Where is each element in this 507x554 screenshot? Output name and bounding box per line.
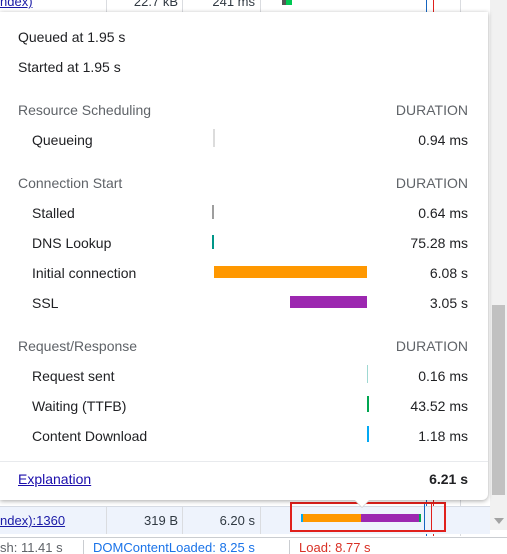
waterfall-waiting-segment [419,514,421,522]
dns-lookup-bar [212,235,214,249]
load-time: Load: 8.77 s [299,540,371,554]
explanation-link[interactable]: Explanation [18,471,91,487]
column-divider [260,507,261,534]
request-time: 6.20 s [219,513,255,528]
phase-label-request-sent: Request sent [32,368,115,384]
waterfall-ssl-segment [361,514,419,522]
phase-value-queueing: 0.94 ms [418,132,468,148]
request-sent-bar [367,365,368,383]
phase-value-request-sent: 0.16 ms [418,368,468,384]
phase-value-initial-connection: 6.08 s [429,265,468,281]
phase-label-content-download: Content Download [32,428,148,444]
popover-caret [354,499,370,507]
request-name-link[interactable]: ndex):1360 [0,507,105,534]
stalled-bar [212,205,214,219]
column-divider [182,507,183,534]
waiting-ttfb-bar [367,396,369,412]
section-title-resource-scheduling: Resource Scheduling [18,102,152,118]
devtools-network-panel: ndex) 22.7 kB 241 ms ndex):1360 319 B 6.… [0,0,507,554]
waterfall-bar [286,0,292,5]
request-size: 319 B [144,513,178,528]
phase-label-initial-connection: Initial connection [32,265,137,281]
queued-at-text: Queued at 1.95 s [18,29,126,45]
status-divider [289,540,290,554]
phase-label-stalled: Stalled [32,205,75,221]
started-at-text: Started at 1.95 s [18,59,121,75]
scroll-down-arrow-icon[interactable] [494,518,504,524]
total-duration: 6.21 s [429,471,468,487]
waterfall-connection-segment [303,514,361,522]
content-download-bar [367,426,369,442]
section-title-request-response: Request/Response [18,338,138,354]
phase-value-ssl: 3.05 s [429,295,468,311]
network-status-bar: sh: 11.41 s DOMContentLoaded: 8.25 s Loa… [0,537,507,554]
finish-time: sh: 11.41 s [0,540,63,554]
dom-content-loaded-time: DOMContentLoaded: 8.25 s [93,540,255,554]
initial-connection-bar [214,266,367,278]
scrollbar-thumb[interactable] [492,305,505,495]
phase-label-ssl: SSL [32,295,59,311]
duration-header: DURATION [395,175,468,191]
status-divider [83,540,84,554]
waterfall-dcl-marker [424,504,425,530]
phase-value-stalled: 0.64 ms [418,205,468,221]
vertical-scrollbar[interactable] [490,0,507,530]
phase-label-dns-lookup: DNS Lookup [32,235,112,251]
timing-popover: Queued at 1.95 s Started at 1.95 s Resou… [0,12,488,500]
queueing-bar [213,129,215,147]
ssl-bar [290,296,367,308]
duration-header: DURATION [395,338,468,354]
phase-value-content-download: 1.18 ms [418,428,468,444]
phase-value-waiting-ttfb: 43.52 ms [410,398,468,414]
footer-divider [0,461,488,462]
section-title-connection-start: Connection Start [18,175,123,191]
duration-header: DURATION [395,102,468,118]
waterfall-load-marker [431,504,432,530]
phase-label-queueing: Queueing [32,132,93,148]
phase-label-waiting-ttfb: Waiting (TTFB) [32,398,127,414]
phase-value-dns-lookup: 75.28 ms [410,235,468,251]
column-divider [106,507,107,534]
